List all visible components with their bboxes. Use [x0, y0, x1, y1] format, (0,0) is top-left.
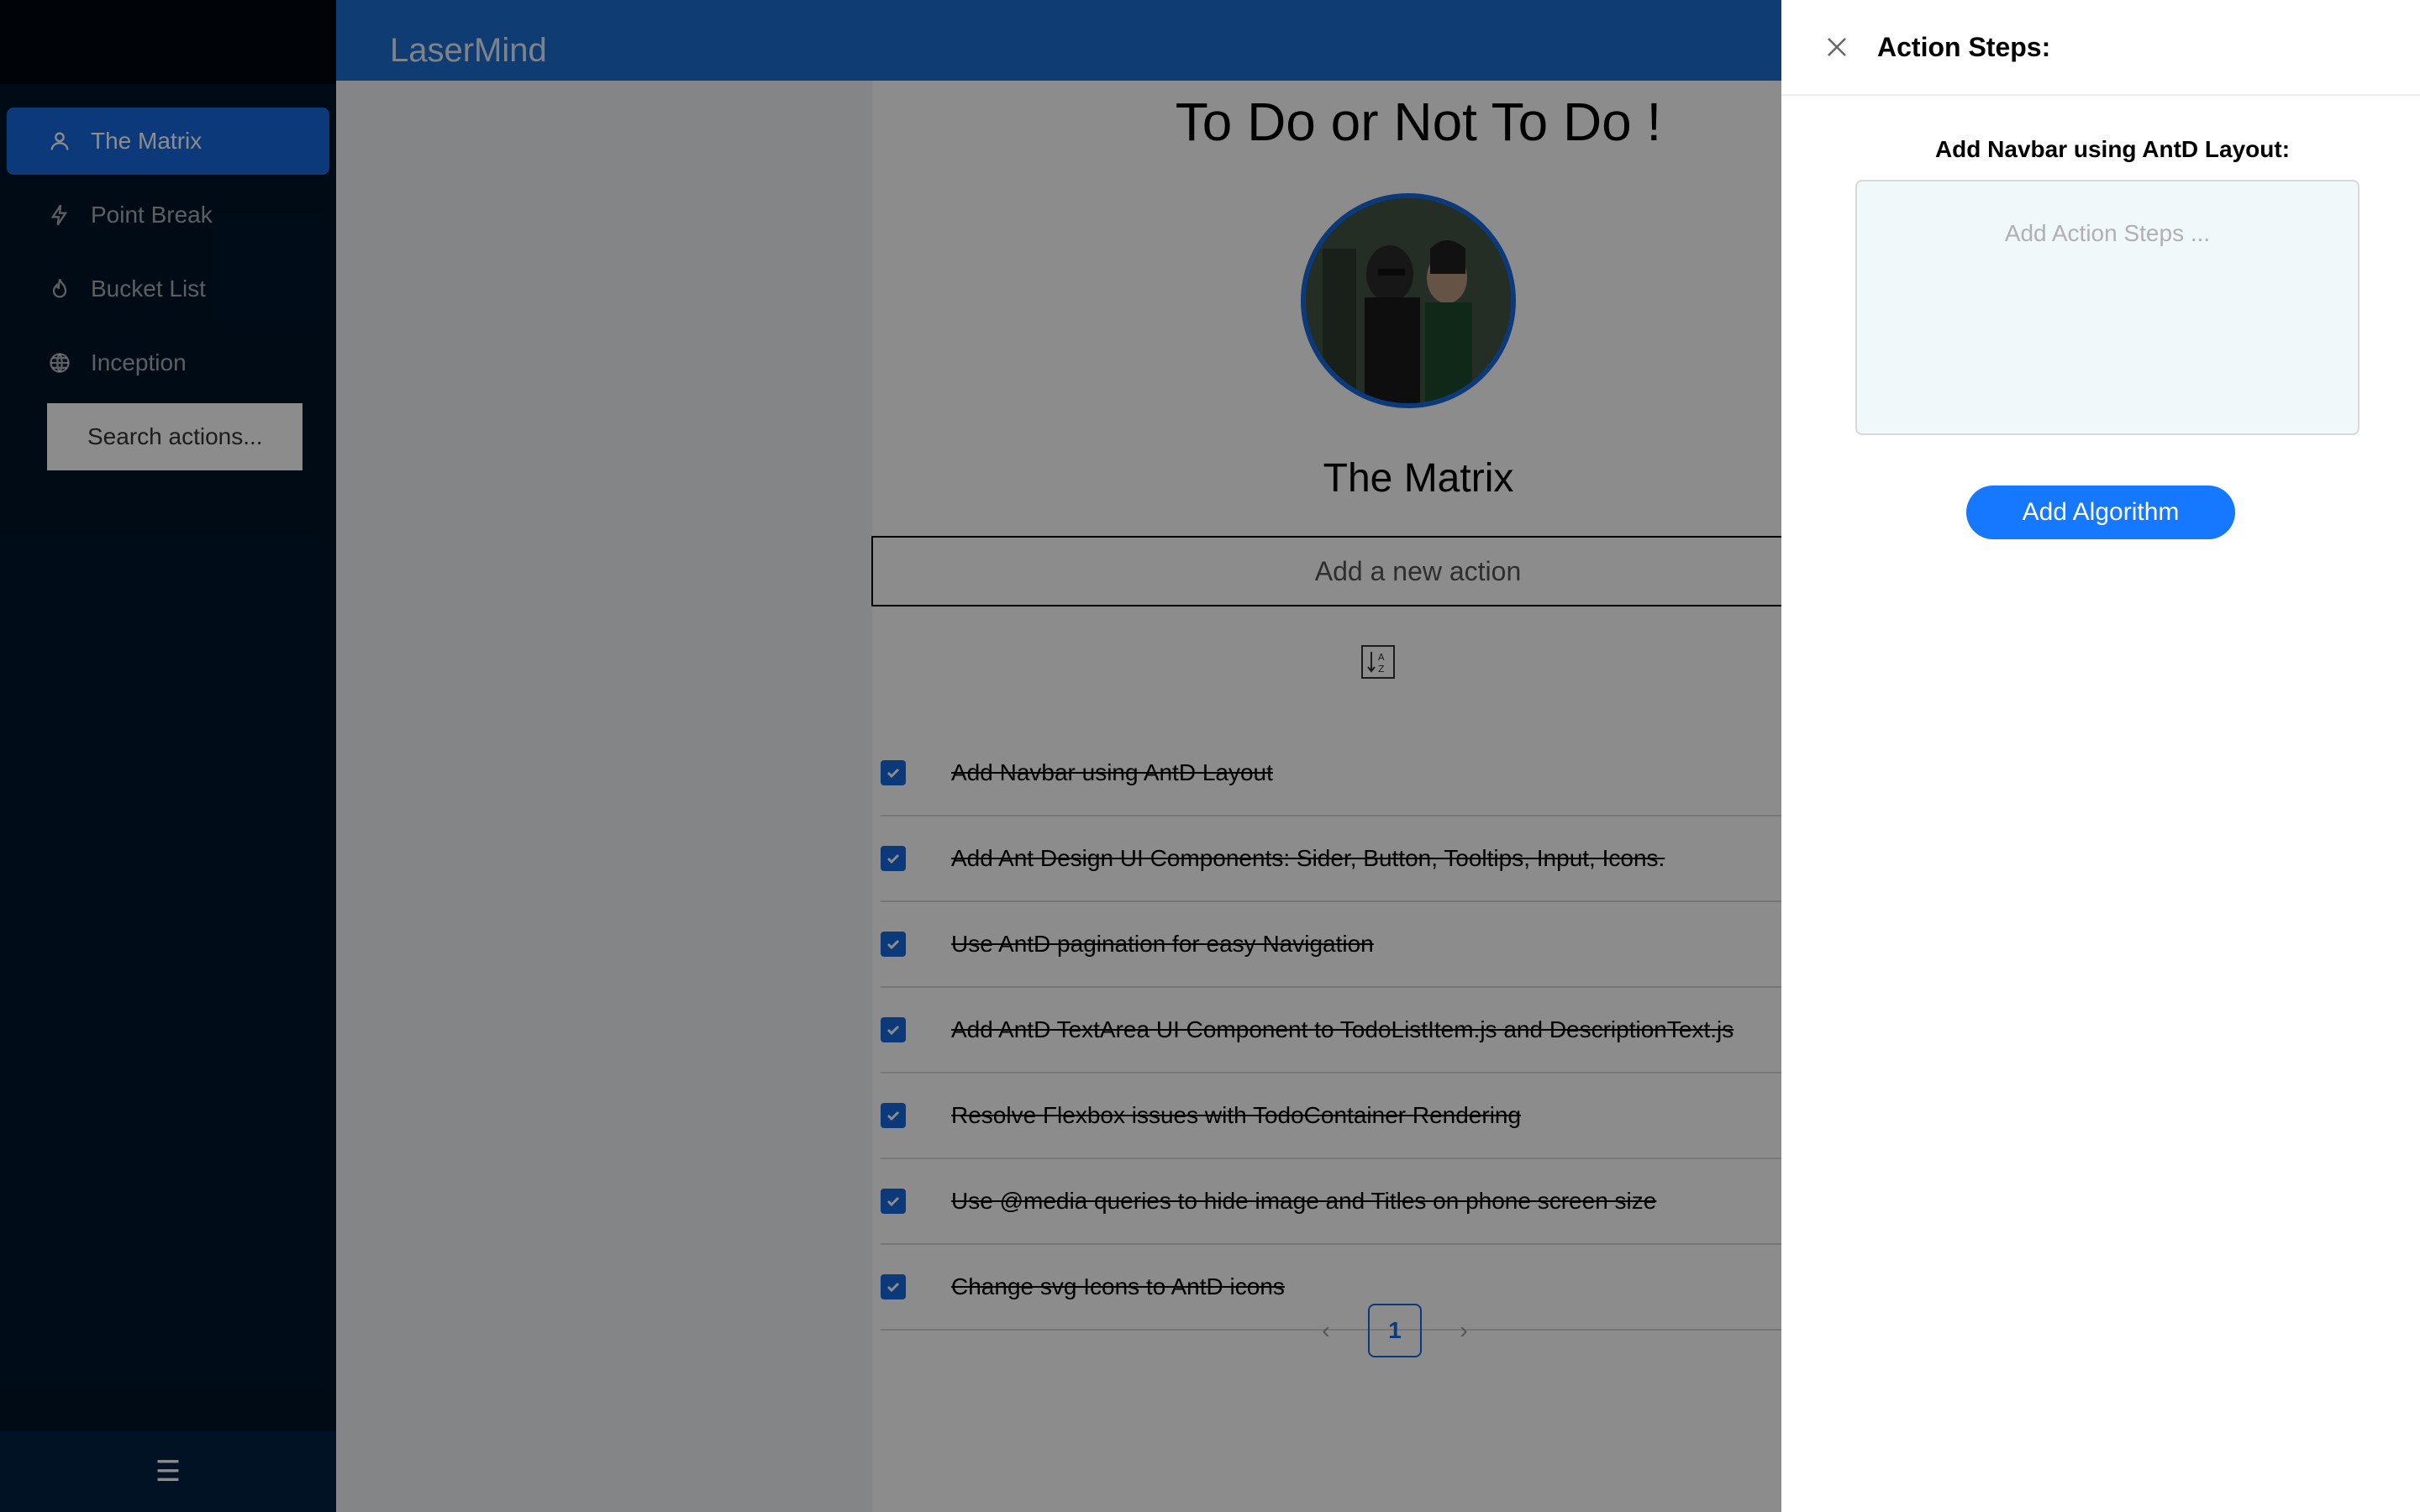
- drawer-header: Action Steps:: [1781, 0, 2420, 96]
- drawer-title: Action Steps:: [1877, 31, 2051, 62]
- add-algorithm-button[interactable]: Add Algorithm: [1966, 486, 2235, 539]
- drawer-subtitle: Add Navbar using AntD Layout:: [1934, 136, 2291, 162]
- close-icon[interactable]: [1822, 32, 1852, 62]
- action-steps-textarea[interactable]: [1855, 180, 2360, 435]
- action-steps-drawer: Action Steps: Add Navbar using AntD Layo…: [1781, 0, 2420, 1512]
